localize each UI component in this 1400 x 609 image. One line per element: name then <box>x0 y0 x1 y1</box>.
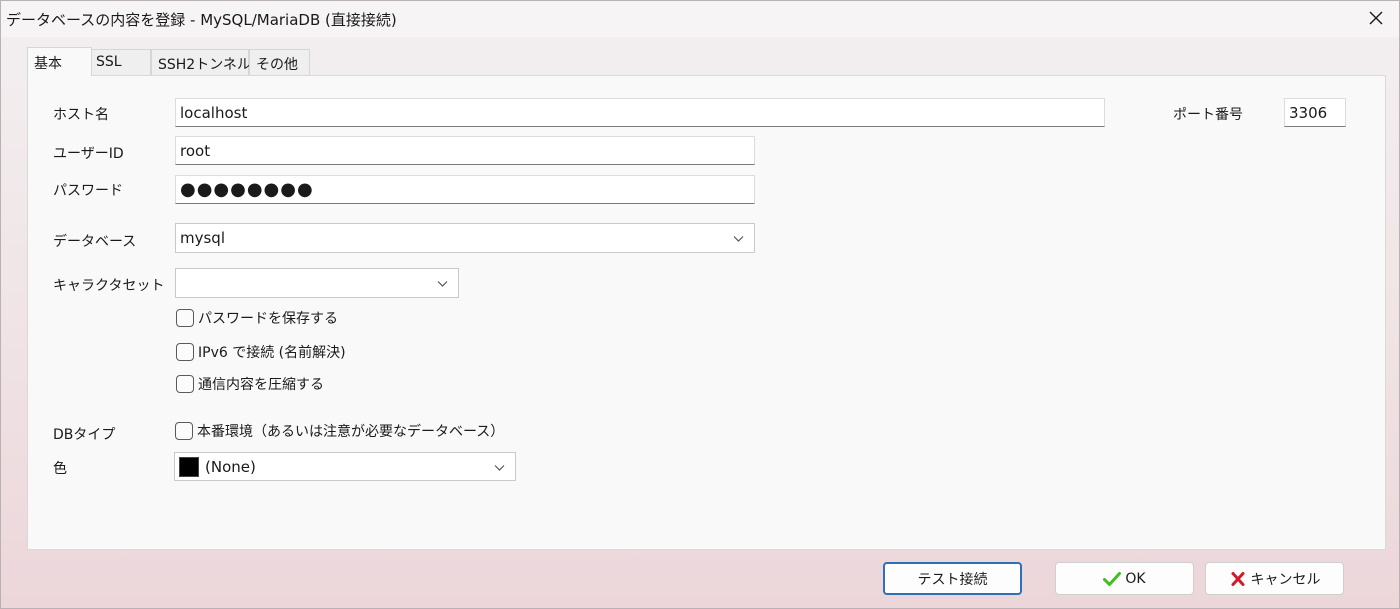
tab-other[interactable]: その他 <box>249 49 310 75</box>
ok-label: OK <box>1125 570 1146 587</box>
tab-ssl-label: SSL <box>96 54 122 70</box>
database-label: データベース <box>53 234 137 250</box>
chevron-down-icon <box>733 236 744 242</box>
host-input[interactable]: localhost <box>175 98 1105 127</box>
cancel-label: キャンセル <box>1250 571 1321 588</box>
host-label: ホスト名 <box>53 107 109 123</box>
production-checkbox[interactable]: 本番環境（あるいは注意が必要なデータベース） <box>175 421 504 441</box>
charset-select[interactable] <box>175 268 459 298</box>
color-label: 色 <box>53 461 67 477</box>
test-connection-label: テスト接続 <box>917 571 988 588</box>
cancel-button[interactable]: キャンセル <box>1205 562 1344 595</box>
color-select[interactable]: (None) <box>174 452 516 481</box>
port-label: ポート番号 <box>1173 107 1243 123</box>
tab-basic[interactable]: 基本 <box>27 47 92 76</box>
connection-dialog: データベースの内容を登録 - MySQL/MariaDB (直接接続) 基本 S… <box>0 0 1400 609</box>
ipv6-label: IPv6 で接続 (名前解決) <box>198 345 346 361</box>
password-input[interactable]: ●●●●●●●● <box>175 175 755 204</box>
ok-button[interactable]: OK <box>1055 562 1194 595</box>
dbtype-label: DBタイプ <box>53 427 116 443</box>
test-connection-button[interactable]: テスト接続 <box>883 562 1022 595</box>
ipv6-box[interactable] <box>176 343 194 361</box>
compress-label: 通信内容を圧縮する <box>198 377 324 393</box>
chevron-down-icon <box>437 281 448 287</box>
save-password-checkbox[interactable]: パスワードを保存する <box>176 308 338 328</box>
tab-basic-label: 基本 <box>34 56 62 72</box>
production-box[interactable] <box>175 422 193 440</box>
close-icon <box>1369 11 1383 25</box>
port-input[interactable]: 3306 <box>1284 98 1346 127</box>
user-label: ユーザーID <box>53 146 124 162</box>
chevron-down-icon <box>494 465 505 471</box>
password-label: パスワード <box>53 183 123 199</box>
save-password-label: パスワードを保存する <box>198 311 338 327</box>
compress-box[interactable] <box>176 375 194 393</box>
window-title: データベースの内容を登録 - MySQL/MariaDB (直接接続) <box>6 11 397 29</box>
tab-other-label: その他 <box>256 57 298 73</box>
close-button[interactable] <box>1353 1 1399 35</box>
user-input[interactable]: root <box>175 136 755 165</box>
tab-ssl[interactable]: SSL <box>89 49 151 75</box>
basic-tab-panel: ホスト名 localhost ポート番号 3306 ユーザーID root パス… <box>27 75 1386 550</box>
color-select-value: (None) <box>205 457 256 476</box>
database-select[interactable]: mysql <box>175 223 755 253</box>
ipv6-checkbox[interactable]: IPv6 で接続 (名前解決) <box>176 342 346 362</box>
color-swatch <box>179 456 199 477</box>
title-bar: データベースの内容を登録 - MySQL/MariaDB (直接接続) <box>1 1 1399 37</box>
save-password-box[interactable] <box>176 309 194 327</box>
checkmark-icon <box>1103 571 1122 586</box>
tab-ssh2-tunnel[interactable]: SSH2トンネル <box>151 49 251 75</box>
x-mark-icon <box>1231 571 1244 586</box>
compress-checkbox[interactable]: 通信内容を圧縮する <box>176 374 324 394</box>
production-label: 本番環境（あるいは注意が必要なデータベース） <box>197 424 505 440</box>
charset-label: キャラクタセット <box>53 278 165 294</box>
database-select-value: mysql <box>180 229 225 247</box>
tab-ssh2-tunnel-label: SSH2トンネル <box>158 57 251 73</box>
